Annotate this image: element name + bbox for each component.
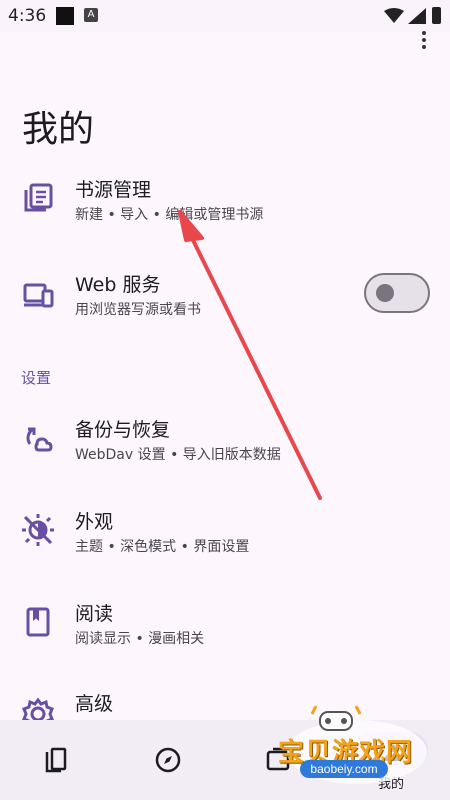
gear-icon (18, 694, 58, 720)
backup-restore-item[interactable]: 备份与恢复 WebDav 设置 • 导入旧版本数据 (0, 400, 450, 480)
item-subtitle: 用浏览器写源或看书 (75, 302, 201, 318)
book-list-icon (18, 178, 58, 218)
appearance-item[interactable]: 外观 主题 • 深色模式 • 界面设置 (0, 492, 450, 572)
status-bar: 4:36 A (0, 0, 450, 32)
item-title: 高级 (75, 693, 114, 715)
nav-bookshelf[interactable] (36, 740, 76, 780)
item-title: Web 服务 (75, 274, 161, 296)
item-title: 备份与恢复 (75, 419, 171, 441)
battery-icon (432, 7, 441, 24)
web-service-toggle[interactable] (364, 273, 430, 313)
notification-a-icon: A (84, 8, 98, 22)
item-title: 阅读 (75, 603, 114, 625)
more-options-button[interactable] (412, 28, 436, 52)
nav-discover[interactable] (148, 740, 188, 780)
bookshelf-icon (45, 747, 67, 773)
book-source-management-item[interactable]: 书源管理 新建 • 导入 • 编辑或管理书源 (0, 160, 450, 240)
compass-icon (155, 747, 181, 773)
devices-icon (18, 275, 58, 315)
settings-section-label: 设置 (21, 369, 52, 387)
watermark-url: baobeiy.com (300, 760, 388, 778)
item-subtitle: 阅读显示 • 漫画相关 (75, 631, 205, 647)
theme-icon (18, 510, 58, 550)
item-title: 外观 (75, 511, 114, 533)
page-title: 我的 (22, 109, 95, 150)
toggle-thumb (376, 284, 394, 302)
backup-restore-icon (18, 418, 58, 458)
reading-item[interactable]: 阅读 阅读显示 • 漫画相关 (0, 584, 450, 664)
item-subtitle: 主题 • 深色模式 • 界面设置 (75, 539, 250, 555)
item-subtitle: WebDav 设置 • 导入旧版本数据 (75, 447, 281, 463)
wifi-icon (384, 8, 404, 23)
bookmark-book-icon (18, 602, 58, 642)
signal-icon (408, 8, 426, 24)
item-title: 书源管理 (75, 179, 152, 201)
item-subtitle: 新建 • 导入 • 编辑或管理书源 (75, 207, 264, 223)
notification-square-icon (56, 7, 74, 25)
status-time: 4:36 (8, 6, 47, 26)
